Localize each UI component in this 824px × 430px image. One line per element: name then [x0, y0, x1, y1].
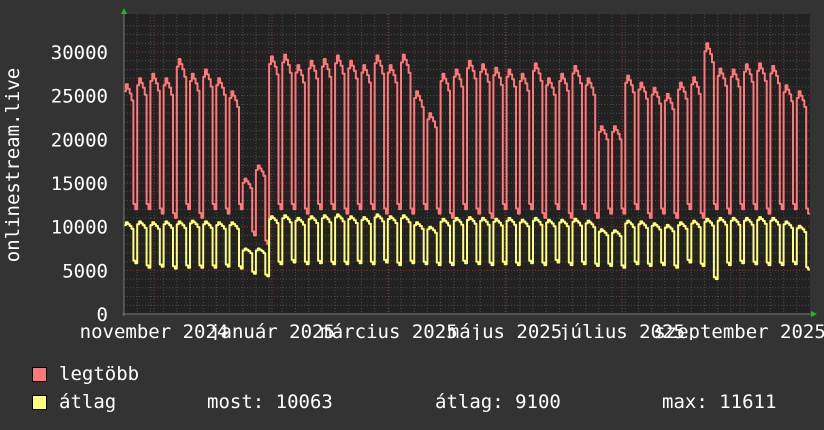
chart: 050001000015000200002500030000 november … — [2, 8, 824, 340]
y-tick-labels: 050001000015000200002500030000 — [51, 42, 108, 326]
y-tick-label: 25000 — [51, 86, 108, 108]
x-axis-arrow-icon — [811, 311, 817, 317]
legend-label-avg: átlag — [59, 391, 117, 413]
legend-item-avg: átlag — [32, 391, 117, 413]
x-tick-label: szeptember 2025 — [654, 321, 824, 340]
legend-swatch-max — [32, 366, 47, 382]
legend-item-max: legtöbb — [32, 363, 140, 385]
y-tick-label: 20000 — [51, 129, 108, 151]
y-tick-label: 5000 — [62, 260, 108, 282]
x-tick-label: január 2025 — [209, 321, 335, 340]
stat-current: most: 10063 — [207, 391, 333, 413]
x-tick-label: május 2025 — [448, 321, 562, 340]
legend-label-max: legtöbb — [59, 363, 140, 385]
y-tick-label: 10000 — [51, 217, 108, 239]
stat-average: átlag: 9100 — [435, 391, 561, 413]
stat-max: max: 11611 — [662, 391, 777, 413]
y-axis-arrow-icon — [121, 8, 127, 14]
x-tick-label: november 2024 — [80, 321, 229, 340]
x-tick-label: március 2025 — [320, 321, 457, 340]
x-tick-labels: november 2024január 2025március 2025máju… — [80, 321, 824, 340]
y-axis-label: onlinestream.live — [2, 68, 24, 262]
y-tick-label: 15000 — [51, 173, 108, 195]
legend-swatch-avg — [32, 394, 47, 410]
y-tick-label: 30000 — [51, 42, 108, 64]
